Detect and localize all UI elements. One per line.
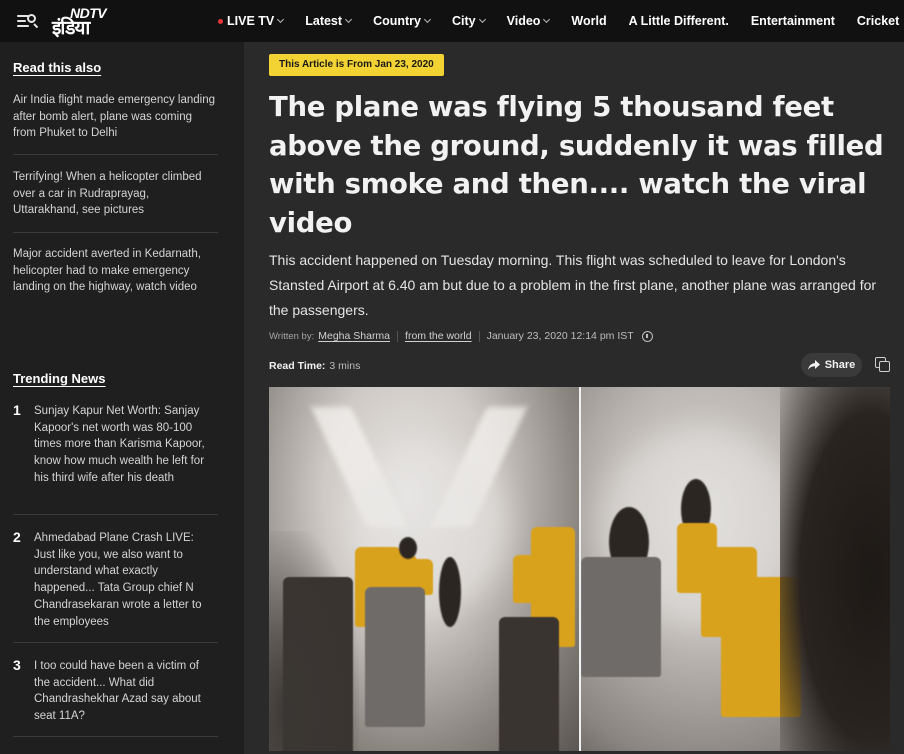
divider [13, 232, 218, 233]
trending-heading: Trending News [13, 371, 106, 386]
read-time-label: Read Time: [269, 360, 326, 372]
nav-item-entertainment[interactable]: Entertainment [751, 14, 835, 28]
read-also-item[interactable]: Air India flight made emergency landing … [13, 92, 218, 142]
trending-item[interactable]: 1 Sunjay Kapur Net Worth: Sanjay Kapoor'… [13, 402, 218, 487]
section-link[interactable]: from the world [405, 330, 472, 342]
nav-item-live-tv[interactable]: LIVE TV [218, 14, 285, 28]
nav-item-a-little-different[interactable]: A Little Different. [629, 14, 729, 28]
live-dot-icon [218, 18, 223, 24]
copy-link-icon[interactable] [875, 357, 891, 373]
nav-item-label: World [571, 14, 607, 28]
share-arrow-icon [807, 359, 820, 370]
trending-number: 1 [13, 402, 21, 418]
nav-item-label: A Little Different. [628, 14, 729, 28]
read-also-item[interactable]: Major accident averted in Kedarnath, hel… [13, 246, 218, 296]
nav-item-country[interactable]: Country [373, 14, 432, 28]
nav-item-label: Latest [305, 14, 343, 28]
top-navigation-bar: NDTV इंडिया LIVE TV Latest Country City Vide… [0, 0, 904, 42]
image-right-panel [581, 387, 890, 751]
nav-item-label: Video [506, 14, 541, 28]
article-date-badge: This Article is From Jan 23, 2020 [269, 54, 444, 76]
chevron-down-icon [423, 15, 432, 24]
trending-text: I too could have been a victim of the ac… [34, 660, 201, 723]
nav-item-city[interactable]: City [451, 14, 486, 28]
logo-india-text: इंडिया [52, 17, 90, 39]
read-time: Read Time: 3 mins [269, 360, 360, 372]
read-also-heading: Read this also [13, 60, 102, 75]
nav-item-label: City [451, 14, 476, 28]
nav-item-label: LIVE TV [227, 14, 275, 28]
trending-item[interactable]: 3 I too could have been a victim of the … [13, 657, 218, 725]
meta-separator [478, 330, 480, 342]
article-timestamp: January 23, 2020 12:14 pm IST [486, 330, 634, 342]
nav-item-label: Cricket [856, 14, 900, 28]
chevron-down-icon [543, 15, 551, 24]
meta-separator [397, 330, 399, 342]
trending-item[interactable]: 2 Ahmedabad Plane Crash LIVE: Just like … [13, 529, 218, 630]
chevron-down-icon [277, 15, 285, 24]
divider [13, 514, 218, 515]
article-meta: Written by: Megha Sharma from the world … [269, 330, 653, 342]
share-button[interactable]: Share [801, 353, 862, 377]
image-left-panel [269, 387, 579, 751]
trending-number: 3 [13, 657, 21, 673]
share-label: Share [824, 359, 856, 371]
article-headline: The plane was flying 5 thousand feet abo… [269, 91, 884, 239]
read-also-item[interactable]: Terrifying! When a helicopter climbed ov… [13, 169, 218, 219]
trending-text: Ahmedabad Plane Crash LIVE: Just like yo… [34, 532, 202, 628]
nav-item-label: Country [373, 14, 421, 28]
article-summary: This accident happened on Tuesday mornin… [269, 252, 877, 318]
chevron-down-icon [478, 15, 486, 24]
trending-number: 2 [13, 529, 21, 545]
nav-item-cricket[interactable]: Cricket [857, 14, 899, 28]
divider [13, 154, 218, 155]
nav-item-latest[interactable]: Latest [305, 14, 353, 28]
info-icon[interactable] [641, 330, 653, 342]
divider [13, 642, 218, 643]
main-nav: LIVE TV Latest Country City Video World A Litt… [218, 0, 904, 42]
ndtv-india-logo[interactable]: NDTV इंडिया [52, 5, 126, 39]
trending-text: Sunjay Kapur Net Worth: Sanjay Kapoor's … [34, 405, 205, 484]
author-link[interactable]: Megha Sharma [318, 330, 390, 342]
sidebar: Read this also Air India flight made eme… [0, 42, 244, 754]
written-by-label: Written by: [269, 330, 315, 342]
nav-item-video[interactable]: Video [506, 14, 551, 28]
nav-item-world[interactable]: World [571, 14, 606, 28]
article-main: This Article is From Jan 23, 2020 The pl… [244, 42, 904, 754]
article-image[interactable] [269, 387, 890, 751]
nav-item-label: Entertainment [750, 14, 835, 28]
chevron-down-icon [345, 15, 353, 24]
read-time-value: 3 mins [329, 360, 361, 372]
divider [13, 736, 218, 737]
menu-search-icon[interactable] [17, 11, 39, 31]
